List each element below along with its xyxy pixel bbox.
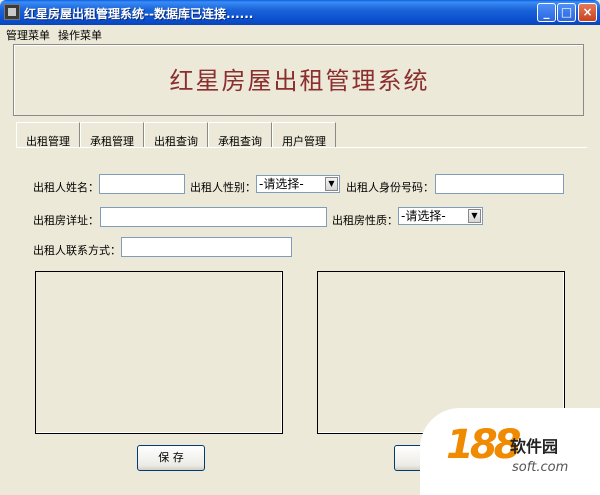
chevron-down-icon[interactable]: ▼ xyxy=(468,209,481,223)
watermark-number: 188 xyxy=(446,422,521,468)
maximize-button[interactable]: □ xyxy=(557,3,576,22)
property-address-label: 出租房详址： xyxy=(33,214,99,227)
menu-bar: 管理菜单 操作菜单 xyxy=(0,25,600,42)
property-address-input[interactable] xyxy=(100,207,327,227)
tab-tenant-query[interactable]: 承租查询 xyxy=(208,122,272,148)
app-icon[interactable] xyxy=(4,4,20,20)
window-title: 红星房屋出租管理系统--数据库已连接...... xyxy=(24,7,254,21)
landlord-contact-input[interactable] xyxy=(121,237,292,257)
tab-rent-out-query[interactable]: 出租查询 xyxy=(144,122,208,148)
menu-manage[interactable]: 管理菜单 xyxy=(6,27,50,43)
landlord-name-label: 出租人姓名： xyxy=(33,181,99,194)
landlord-gender-label: 出租人性别： xyxy=(190,181,256,194)
chevron-down-icon[interactable]: ▼ xyxy=(325,177,338,191)
watermark-name: 软件园 xyxy=(510,437,559,456)
landlord-gender-value: -请选择- xyxy=(259,177,304,191)
landlord-id-input[interactable] xyxy=(435,174,564,194)
tab-divider xyxy=(16,147,587,148)
tab-tenant-manage[interactable]: 承租管理 xyxy=(80,122,144,148)
banner-panel: 红星房屋出租管理系统 xyxy=(13,44,584,116)
close-button[interactable]: × xyxy=(578,3,597,22)
watermark-url: soft.com xyxy=(512,460,569,475)
tab-user-manage[interactable]: 用户管理 xyxy=(272,122,336,148)
property-type-label: 出租房性质： xyxy=(332,214,398,227)
menu-operate[interactable]: 操作菜单 xyxy=(58,27,102,43)
landlord-gender-select[interactable]: -请选择- ▼ xyxy=(256,175,340,193)
landlord-name-input[interactable] xyxy=(99,174,185,194)
save-button[interactable]: 保 存 xyxy=(137,445,205,471)
title-bar: 红星房屋出租管理系统--数据库已连接...... _ □ × xyxy=(0,0,600,25)
left-list-panel[interactable] xyxy=(35,271,283,434)
landlord-contact-label: 出租人联系方式： xyxy=(33,244,121,257)
banner-title: 红星房屋出租管理系统 xyxy=(169,67,430,95)
watermark-logo: 188 软件园 soft.com xyxy=(420,408,600,495)
minimize-button[interactable]: _ xyxy=(537,3,556,22)
tab-rent-out-manage[interactable]: 出租管理 xyxy=(16,122,80,148)
property-type-value: -请选择- xyxy=(401,209,446,223)
property-type-select[interactable]: -请选择- ▼ xyxy=(398,207,483,225)
landlord-id-label: 出租人身份号码： xyxy=(346,181,434,194)
